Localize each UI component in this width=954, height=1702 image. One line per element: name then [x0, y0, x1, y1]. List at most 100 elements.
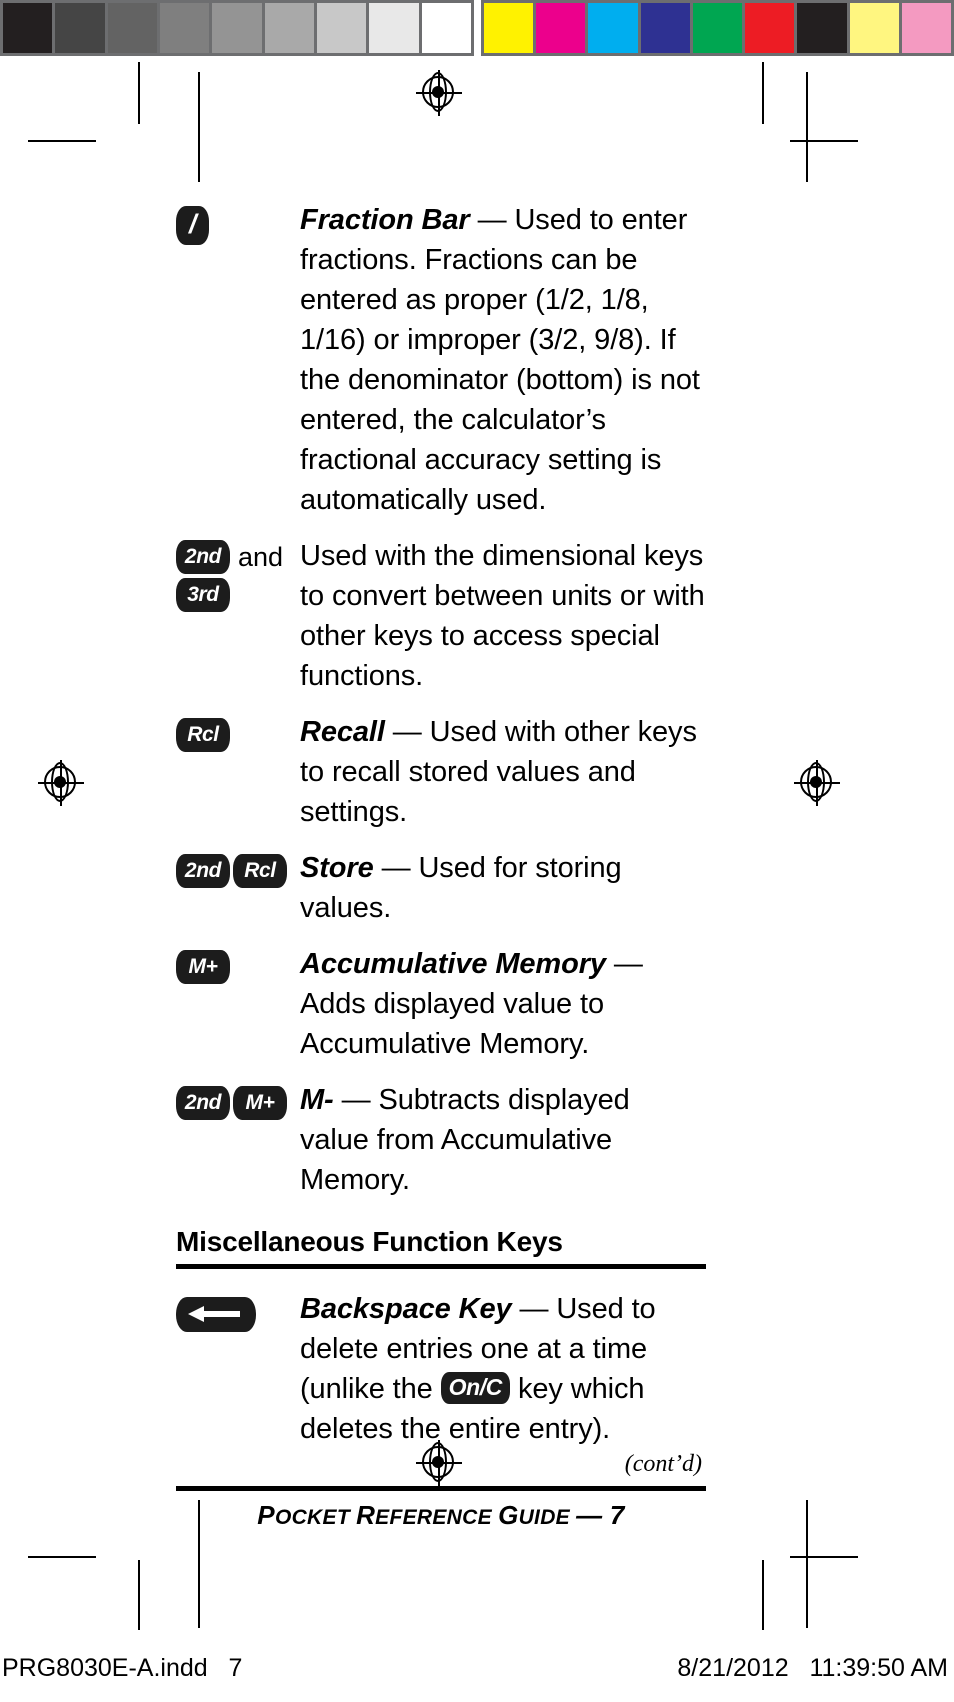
key-description: Recall — Used with other keys to recall …: [300, 712, 706, 832]
key-row-second: 3rd: [176, 578, 300, 612]
crop-mark-bottom-left-horizontal: [28, 1556, 96, 1558]
gray-swatch-3: [159, 3, 210, 53]
key-entry-backspace: Backspace Key — Used to delete entries o…: [176, 1289, 706, 1449]
grayscale-calibration-bar: [0, 0, 474, 56]
page-content: / Fraction Bar — Used to enter fractions…: [176, 200, 706, 1531]
crop-mark-bottom-right-horizontal: [790, 1556, 858, 1558]
key-term-label: M-: [300, 1084, 334, 1116]
slug-file-name: PRG8030E-A.indd 7: [2, 1654, 243, 1682]
key-description: Backspace Key — Used to delete entries o…: [300, 1289, 706, 1449]
color-swatch-6: [797, 3, 847, 53]
gray-swatch-8: [421, 3, 471, 53]
crop-mark-top-left-vertical: [138, 62, 140, 124]
section-divider: [176, 1264, 706, 1269]
crop-mark-bottom-right-vertical: [762, 1560, 764, 1630]
memory-plus-key-icon[interactable]: M+: [233, 1086, 287, 1120]
key-entry-memory-minus: 2nd M+ M- — Subtracts displayed value fr…: [176, 1080, 706, 1200]
registration-mark-left: [38, 760, 84, 806]
color-swatch-2: [588, 3, 638, 53]
key-glyph-column: Rcl: [176, 712, 300, 752]
section-header-miscellaneous-function-keys: Miscellaneous Function Keys: [176, 1226, 706, 1269]
color-swatch-8: [901, 3, 951, 53]
gray-swatch-5: [264, 3, 314, 53]
memory-plus-key-icon[interactable]: M+: [176, 950, 230, 984]
section-title: Miscellaneous Function Keys: [176, 1226, 563, 1257]
key-glyph-column: 2nd M+: [176, 1080, 300, 1120]
key-body-text: Used with the dimensional keys to conver…: [300, 540, 705, 692]
footer-part-2: OCKET: [274, 1506, 357, 1529]
key-description: M- — Subtracts displayed value from Accu…: [300, 1080, 706, 1200]
key-glyph-column: 2nd Rcl: [176, 848, 300, 888]
footer-part-4: EFERENCE: [375, 1506, 499, 1529]
slug-timestamp: 8/21/2012 11:39:50 AM: [677, 1654, 948, 1682]
gray-swatch-2: [107, 3, 157, 53]
key-entry-store: 2nd Rcl Store — Used for storing values.: [176, 848, 706, 928]
gray-swatch-4: [212, 3, 262, 53]
backspace-arrow-icon[interactable]: [176, 1297, 256, 1332]
crop-mark-bottom-left-vertical: [138, 1560, 140, 1630]
key-description: Fraction Bar — Used to enter fractions. …: [300, 200, 706, 520]
crop-mark-bottom-right-vertical-2: [806, 1500, 808, 1628]
second-function-key-icon[interactable]: 2nd: [176, 540, 230, 574]
color-swatch-0: [484, 3, 534, 53]
crop-mark-top-right-vertical-2: [806, 72, 808, 182]
key-glyph-column: M+: [176, 944, 300, 984]
registration-mark-right: [794, 760, 840, 806]
key-term-label: Accumulative Memory: [300, 948, 606, 980]
key-glyph-column: [176, 1289, 300, 1332]
key-term-label: Fraction Bar: [300, 204, 470, 236]
fraction-bar-key-icon[interactable]: /: [176, 206, 210, 245]
prepress-calibration-strip: [0, 0, 954, 56]
key-description: Accumulative Memory — Adds displayed val…: [300, 944, 706, 1064]
crop-mark-top-right-horizontal: [790, 140, 858, 142]
crop-mark-top-right-vertical: [762, 62, 764, 124]
key-entry-recall: Rcl Recall — Used with other keys to rec…: [176, 712, 706, 832]
gray-swatch-7: [369, 3, 419, 53]
key-description: Store — Used for storing values.: [300, 848, 706, 928]
third-function-key-icon[interactable]: 3rd: [176, 578, 230, 612]
key-joiner-label: and: [238, 541, 284, 572]
second-function-key-icon[interactable]: 2nd: [176, 1086, 230, 1120]
footer-part-7: — 7: [576, 1500, 625, 1530]
key-body-text: Adds displayed value to Accumulative Mem…: [300, 988, 605, 1060]
page-footer: POCKET REFERENCE GUIDE — 7: [176, 1491, 706, 1531]
key-term-label: Store: [300, 852, 374, 884]
key-entry-2nd-3rd: 2nd and 3rd Used with the dimensional ke…: [176, 536, 706, 696]
color-calibration-bar: [481, 0, 954, 56]
footer-part-6: UIDE: [518, 1506, 577, 1529]
key-glyph-column: /: [176, 200, 300, 245]
em-dash: —: [373, 852, 419, 884]
registration-mark-top-center: [416, 70, 462, 116]
print-slug-line: PRG8030E-A.indd 7 8/21/2012 11:39:50 AM: [0, 1654, 954, 1684]
em-dash: —: [605, 948, 643, 980]
color-swatch-4: [692, 3, 743, 53]
gray-swatch-1: [55, 3, 105, 53]
on-clear-key-icon[interactable]: On/C: [440, 1372, 511, 1405]
continued-note: (cont’d): [624, 1451, 702, 1477]
em-dash: —: [469, 204, 515, 236]
gray-swatch-6: [316, 3, 367, 53]
key-description: Used with the dimensional keys to conver…: [300, 536, 706, 696]
color-swatch-5: [745, 3, 795, 53]
key-term-label: Backspace Key: [300, 1293, 512, 1325]
key-entry-accumulative-memory: M+ Accumulative Memory — Adds displayed …: [176, 944, 706, 1064]
crop-mark-top-left-horizontal: [28, 140, 96, 142]
gray-swatch-0: [3, 3, 53, 53]
footer-part-3: R: [356, 1500, 376, 1530]
em-dash: —: [511, 1293, 557, 1325]
footer-part-1: P: [257, 1500, 275, 1530]
crop-mark-top-left-vertical-2: [198, 72, 200, 182]
key-glyph-column: 2nd and 3rd: [176, 536, 300, 612]
color-swatch-1: [536, 3, 586, 53]
second-function-key-icon[interactable]: 2nd: [176, 854, 230, 888]
key-entry-fraction-bar: / Fraction Bar — Used to enter fractions…: [176, 200, 706, 520]
recall-key-icon[interactable]: Rcl: [233, 854, 287, 888]
key-term-label: Recall: [300, 716, 385, 748]
color-swatch-7: [849, 3, 899, 53]
key-body-text: Used to enter fractions. Fractions can b…: [300, 204, 700, 516]
footer-part-5: G: [498, 1500, 519, 1530]
em-dash: —: [333, 1084, 379, 1116]
recall-key-icon[interactable]: Rcl: [176, 718, 230, 752]
em-dash: —: [384, 716, 430, 748]
key-row-first: 2nd and: [176, 540, 300, 574]
